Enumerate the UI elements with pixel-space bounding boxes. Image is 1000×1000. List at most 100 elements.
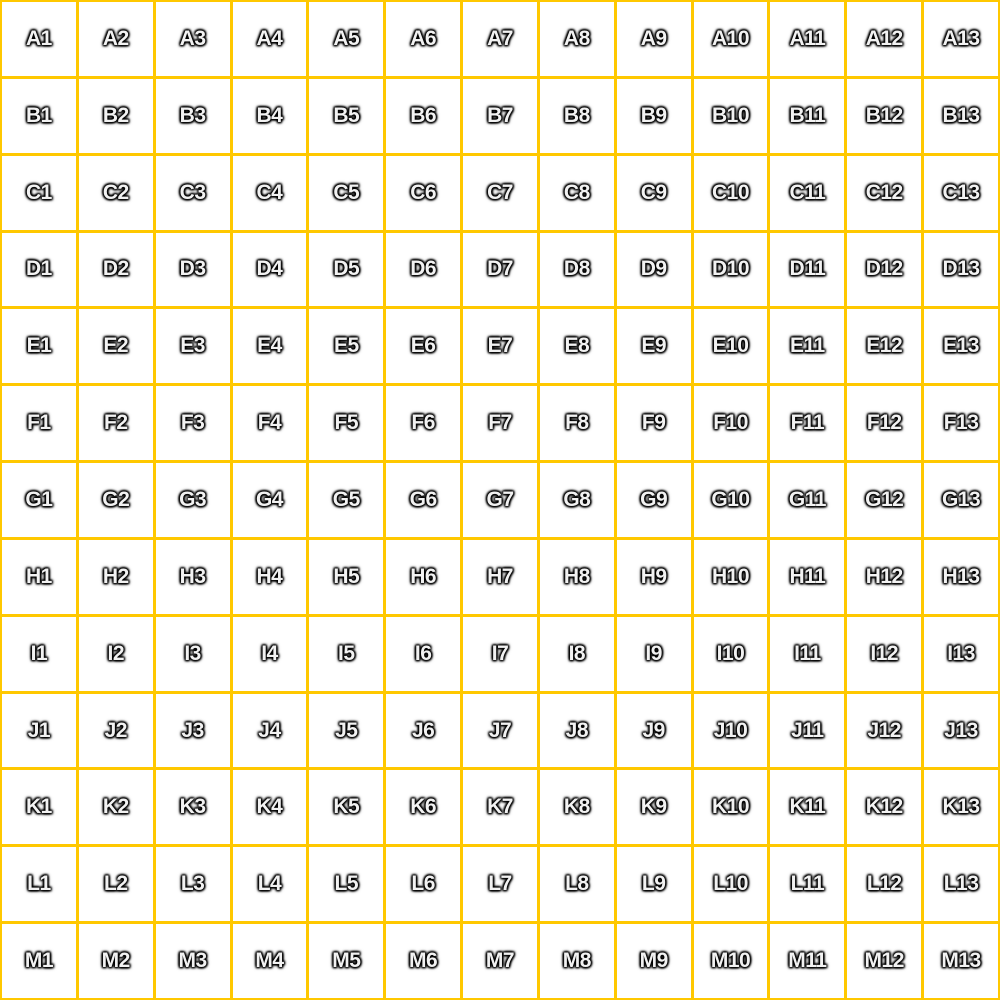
grid-cell-h13[interactable]: H13	[924, 539, 998, 614]
grid-cell-f12[interactable]: F12	[847, 386, 922, 461]
grid-cell-f13[interactable]: F13	[924, 386, 998, 461]
grid-cell-l4[interactable]: L4	[232, 847, 307, 922]
grid-cell-e5[interactable]: E5	[309, 309, 384, 384]
grid-cell-f7[interactable]: F7	[463, 386, 537, 461]
grid-cell-d13[interactable]: D13	[924, 232, 998, 307]
grid-cell-l9[interactable]: L9	[616, 847, 691, 922]
grid-cell-m9[interactable]: M9	[616, 924, 691, 998]
grid-cell-e13[interactable]: E13	[924, 309, 998, 384]
grid-cell-k8[interactable]: K8	[539, 770, 614, 845]
grid-cell-i6[interactable]: I6	[386, 616, 461, 691]
grid-cell-i7[interactable]: I7	[463, 616, 537, 691]
grid-cell-i10[interactable]: I10	[693, 616, 768, 691]
grid-cell-m6[interactable]: M6	[386, 924, 461, 998]
grid-cell-e9[interactable]: E9	[616, 309, 691, 384]
grid-cell-f8[interactable]: F8	[539, 386, 614, 461]
grid-cell-d7[interactable]: D7	[463, 232, 537, 307]
grid-cell-h5[interactable]: H5	[309, 539, 384, 614]
grid-cell-e3[interactable]: E3	[155, 309, 230, 384]
grid-cell-e8[interactable]: E8	[539, 309, 614, 384]
grid-cell-g11[interactable]: G11	[770, 463, 845, 537]
grid-cell-i5[interactable]: I5	[309, 616, 384, 691]
grid-cell-a8[interactable]: A8	[539, 2, 614, 76]
grid-cell-b10[interactable]: B10	[693, 78, 768, 153]
grid-cell-f10[interactable]: F10	[693, 386, 768, 461]
grid-cell-c11[interactable]: C11	[770, 155, 845, 230]
grid-cell-h12[interactable]: H12	[847, 539, 922, 614]
grid-cell-h8[interactable]: H8	[539, 539, 614, 614]
grid-cell-c9[interactable]: C9	[616, 155, 691, 230]
grid-cell-d12[interactable]: D12	[847, 232, 922, 307]
grid-cell-e12[interactable]: E12	[847, 309, 922, 384]
grid-cell-k10[interactable]: K10	[693, 770, 768, 845]
grid-cell-j4[interactable]: J4	[232, 693, 307, 768]
grid-cell-j8[interactable]: J8	[539, 693, 614, 768]
grid-cell-d6[interactable]: D6	[386, 232, 461, 307]
grid-cell-j3[interactable]: J3	[155, 693, 230, 768]
grid-cell-l7[interactable]: L7	[463, 847, 537, 922]
grid-cell-i8[interactable]: I8	[539, 616, 614, 691]
grid-cell-k6[interactable]: K6	[386, 770, 461, 845]
grid-cell-h11[interactable]: H11	[770, 539, 845, 614]
grid-cell-l8[interactable]: L8	[539, 847, 614, 922]
grid-cell-c8[interactable]: C8	[539, 155, 614, 230]
grid-cell-f4[interactable]: F4	[232, 386, 307, 461]
grid-cell-g4[interactable]: G4	[232, 463, 307, 537]
grid-cell-f3[interactable]: F3	[155, 386, 230, 461]
grid-cell-a5[interactable]: A5	[309, 2, 384, 76]
grid-cell-m2[interactable]: M2	[78, 924, 153, 998]
grid-cell-f5[interactable]: F5	[309, 386, 384, 461]
grid-cell-g9[interactable]: G9	[616, 463, 691, 537]
grid-cell-j12[interactable]: J12	[847, 693, 922, 768]
grid-cell-h9[interactable]: H9	[616, 539, 691, 614]
grid-cell-d9[interactable]: D9	[616, 232, 691, 307]
grid-cell-j5[interactable]: J5	[309, 693, 384, 768]
grid-cell-c7[interactable]: C7	[463, 155, 537, 230]
grid-cell-e4[interactable]: E4	[232, 309, 307, 384]
grid-cell-j7[interactable]: J7	[463, 693, 537, 768]
grid-cell-d11[interactable]: D11	[770, 232, 845, 307]
grid-cell-m7[interactable]: M7	[463, 924, 537, 998]
grid-cell-l2[interactable]: L2	[78, 847, 153, 922]
grid-cell-k2[interactable]: K2	[78, 770, 153, 845]
grid-cell-k3[interactable]: K3	[155, 770, 230, 845]
grid-cell-i11[interactable]: I11	[770, 616, 845, 691]
grid-cell-d10[interactable]: D10	[693, 232, 768, 307]
grid-cell-c13[interactable]: C13	[924, 155, 998, 230]
grid-cell-c5[interactable]: C5	[309, 155, 384, 230]
grid-cell-c4[interactable]: C4	[232, 155, 307, 230]
grid-cell-c12[interactable]: C12	[847, 155, 922, 230]
grid-cell-k13[interactable]: K13	[924, 770, 998, 845]
grid-cell-m8[interactable]: M8	[539, 924, 614, 998]
grid-cell-h6[interactable]: H6	[386, 539, 461, 614]
grid-cell-m11[interactable]: M11	[770, 924, 845, 998]
grid-cell-h10[interactable]: H10	[693, 539, 768, 614]
grid-cell-i1[interactable]: I1	[2, 616, 76, 691]
grid-cell-a7[interactable]: A7	[463, 2, 537, 76]
grid-cell-h2[interactable]: H2	[78, 539, 153, 614]
grid-cell-k11[interactable]: K11	[770, 770, 845, 845]
grid-cell-g2[interactable]: G2	[78, 463, 153, 537]
grid-cell-d4[interactable]: D4	[232, 232, 307, 307]
grid-cell-k5[interactable]: K5	[309, 770, 384, 845]
grid-cell-j1[interactable]: J1	[2, 693, 76, 768]
grid-cell-g5[interactable]: G5	[309, 463, 384, 537]
grid-cell-b3[interactable]: B3	[155, 78, 230, 153]
grid-cell-e10[interactable]: E10	[693, 309, 768, 384]
grid-cell-m3[interactable]: M3	[155, 924, 230, 998]
grid-cell-i12[interactable]: I12	[847, 616, 922, 691]
grid-cell-i9[interactable]: I9	[616, 616, 691, 691]
grid-cell-c6[interactable]: C6	[386, 155, 461, 230]
grid-cell-j11[interactable]: J11	[770, 693, 845, 768]
grid-cell-a10[interactable]: A10	[693, 2, 768, 76]
grid-cell-g7[interactable]: G7	[463, 463, 537, 537]
grid-cell-b9[interactable]: B9	[616, 78, 691, 153]
grid-cell-d3[interactable]: D3	[155, 232, 230, 307]
grid-cell-b4[interactable]: B4	[232, 78, 307, 153]
grid-cell-f11[interactable]: F11	[770, 386, 845, 461]
grid-cell-b7[interactable]: B7	[463, 78, 537, 153]
grid-cell-g3[interactable]: G3	[155, 463, 230, 537]
grid-cell-c1[interactable]: C1	[2, 155, 76, 230]
grid-cell-b8[interactable]: B8	[539, 78, 614, 153]
grid-cell-a11[interactable]: A11	[770, 2, 845, 76]
